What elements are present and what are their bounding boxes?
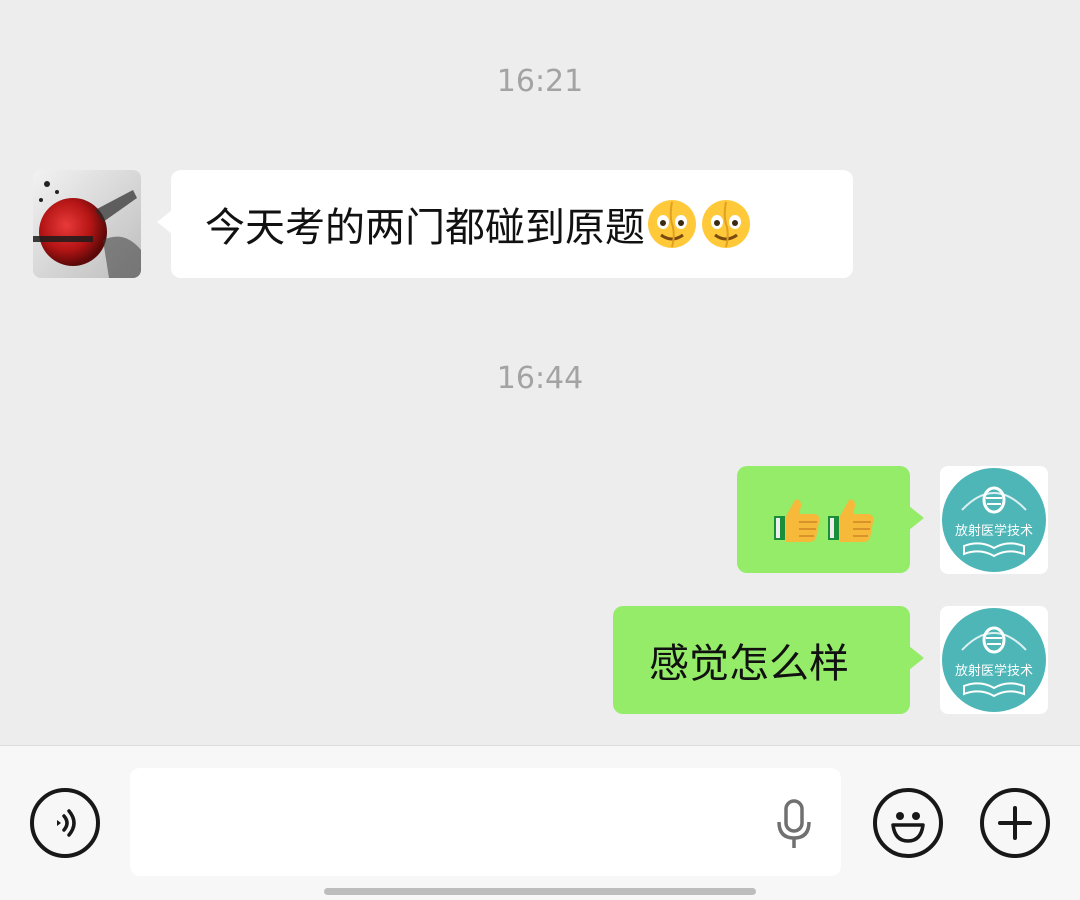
- outgoing-message-bubble[interactable]: [737, 466, 924, 573]
- message-timestamp: 16:44: [496, 361, 584, 396]
- message-timestamp: 16:21: [496, 64, 584, 99]
- melting-face-emoji: [702, 200, 750, 248]
- more-options-button[interactable]: [980, 788, 1050, 858]
- home-indicator[interactable]: [324, 888, 756, 895]
- message-input[interactable]: [130, 768, 841, 876]
- chat-input-bar: [0, 745, 1080, 900]
- emoji-icon: [891, 812, 925, 843]
- message-text: 今天考的两门都碰到原题: [205, 205, 645, 251]
- chat-messages-area[interactable]: 16:21 今天考的两门都碰到原题 16:44 放射医学技术 感觉怎么样 放射医…: [0, 0, 1080, 745]
- incoming-message-bubble[interactable]: 今天考的两门都碰到原题: [157, 170, 853, 278]
- melting-face-emoji: [648, 200, 696, 248]
- avatar-logo-text: 放射医学技术: [955, 663, 1033, 679]
- voice-toggle-icon: [57, 809, 76, 837]
- voice-toggle-button[interactable]: [30, 788, 100, 858]
- avatar-logo-text: 放射医学技术: [955, 523, 1033, 539]
- thumbs-up-emoji: [827, 499, 873, 542]
- emoji-button[interactable]: [873, 788, 943, 858]
- self-avatar[interactable]: 放射医学技术: [940, 466, 1048, 574]
- plus-icon: [998, 806, 1032, 840]
- self-avatar[interactable]: 放射医学技术: [940, 606, 1048, 714]
- message-text: 感觉怎么样: [649, 641, 849, 687]
- outgoing-message-bubble[interactable]: 感觉怎么样: [613, 606, 924, 714]
- microphone-icon[interactable]: [770, 798, 818, 850]
- thumbs-up-emoji: [773, 499, 819, 542]
- contact-avatar[interactable]: [33, 170, 141, 278]
